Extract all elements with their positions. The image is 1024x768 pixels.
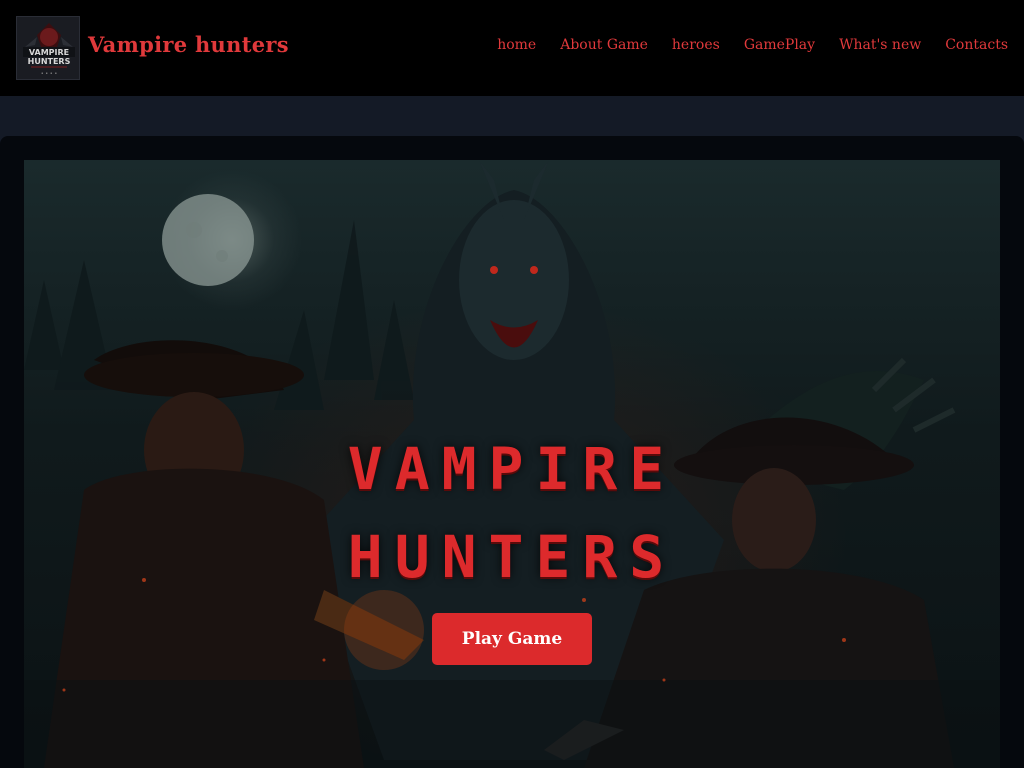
hero-title-line-2: HUNTERS — [347, 523, 677, 591]
nav-home[interactable]: home — [497, 37, 536, 53]
hero-title-line-1: VAMPIRE — [347, 435, 677, 503]
nav-contacts[interactable]: Contacts — [945, 37, 1008, 53]
logo-emblem-icon: VAMPIRE HUNTERS • • • • — [17, 17, 79, 79]
site-header: VAMPIRE HUNTERS • • • • Vampire hunters … — [0, 0, 1024, 96]
nav-heroes[interactable]: heroes — [672, 37, 720, 53]
hero-banner: VAMPIRE HUNTERS Play Game — [24, 160, 1000, 768]
main-nav: home About Game heroes GamePlay What's n… — [497, 37, 1008, 53]
svg-text:VAMPIRE: VAMPIRE — [29, 48, 69, 57]
svg-text:HUNTERS: HUNTERS — [28, 57, 71, 66]
nav-whats-new[interactable]: What's new — [839, 37, 921, 53]
site-title[interactable]: Vampire hunters — [88, 32, 289, 57]
nav-about-game[interactable]: About Game — [560, 37, 648, 53]
site-logo[interactable]: VAMPIRE HUNTERS • • • • — [16, 16, 80, 80]
play-game-button[interactable]: Play Game — [432, 613, 592, 665]
svg-text:• • • •: • • • • — [41, 71, 58, 77]
nav-gameplay[interactable]: GamePlay — [744, 37, 815, 53]
